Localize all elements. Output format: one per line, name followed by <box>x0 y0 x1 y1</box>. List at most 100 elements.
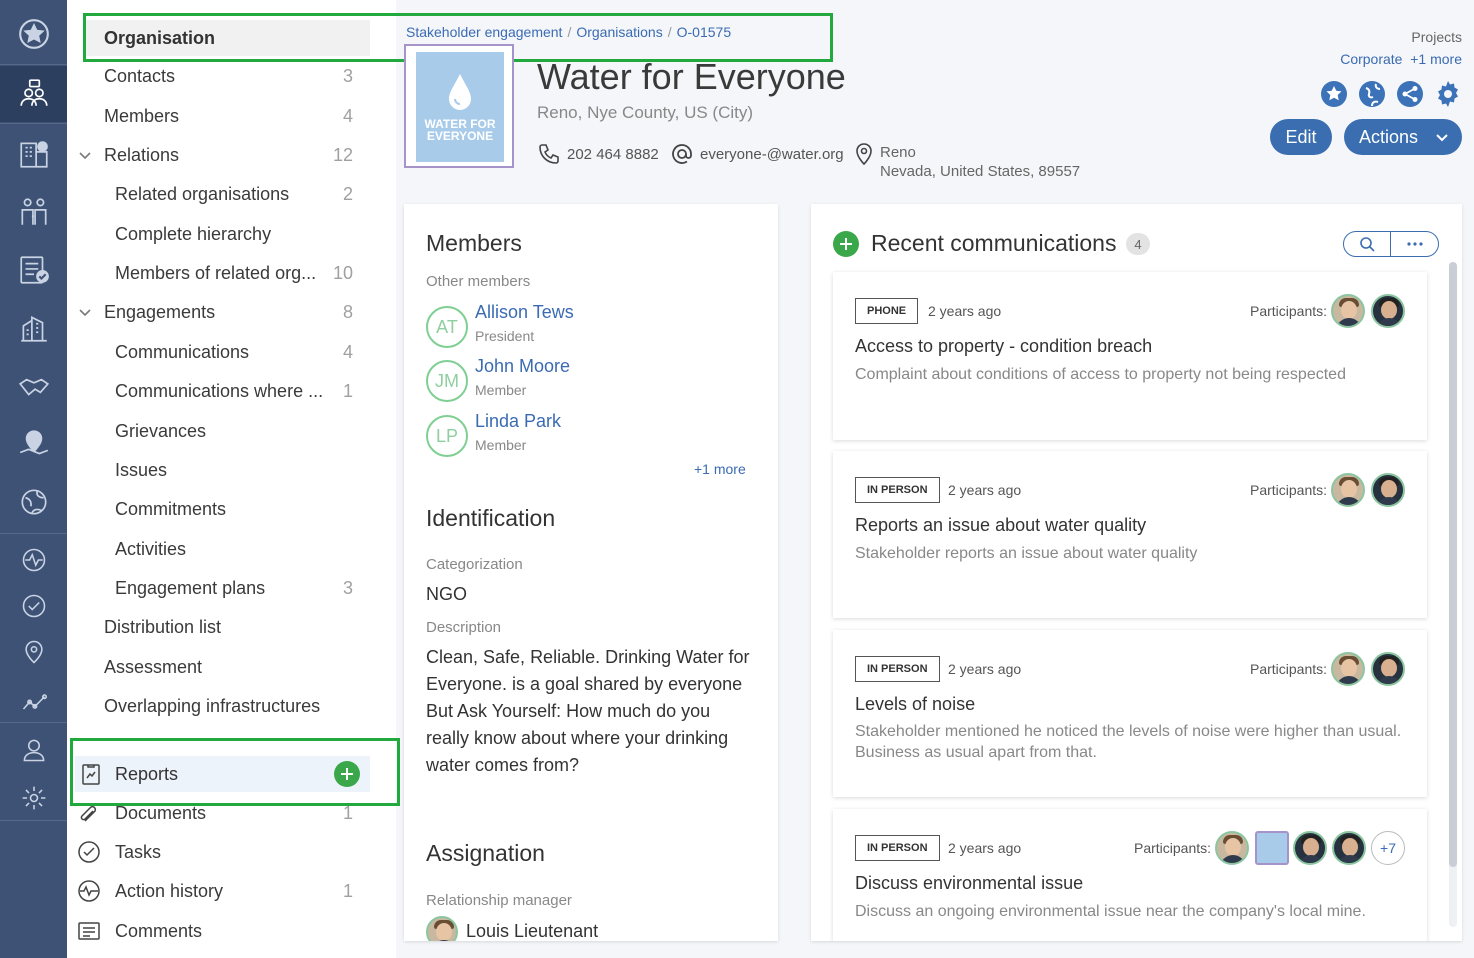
nav-item-members-of-related-orgs[interactable]: Members of related org... 10 <box>67 255 367 291</box>
nav-item-related-organisations[interactable]: Related organisations 2 <box>67 176 367 212</box>
nav-item-assessment[interactable]: Assessment <box>67 649 367 685</box>
more-participants-badge[interactable]: +7 <box>1371 831 1405 865</box>
nav-item-action-history[interactable]: Action history 1 <box>67 873 367 909</box>
add-report-icon[interactable] <box>334 761 360 787</box>
members-more-link[interactable]: +1 more <box>694 461 746 477</box>
member-name[interactable]: Linda Park <box>475 411 561 432</box>
nav-item-label: Overlapping infrastructures <box>104 695 321 716</box>
communication-item[interactable]: IN PERSON 2 years ago Participants: Leve… <box>833 630 1427 797</box>
scrollbar-thumb[interactable] <box>1449 262 1457 867</box>
chevron-down-icon[interactable] <box>77 147 93 163</box>
communication-type-badge: IN PERSON <box>855 656 940 682</box>
description-label: Description <box>426 619 502 636</box>
member-name[interactable]: Allison Tews <box>475 302 574 323</box>
communication-title[interactable]: Discuss environmental issue <box>855 873 1083 894</box>
task-check-icon <box>78 841 100 863</box>
location-icon[interactable] <box>0 624 67 680</box>
org-phone[interactable]: 202 464 8882 <box>537 142 659 166</box>
participant-avatar[interactable] <box>1371 294 1405 328</box>
nav-item-engagements[interactable]: Engagements 8 <box>67 294 367 330</box>
participant-avatar[interactable] <box>1331 652 1365 686</box>
share-icon[interactable] <box>1396 80 1424 108</box>
participant-avatar[interactable] <box>1332 831 1366 865</box>
nav-item-comments[interactable]: Comments <box>67 913 367 949</box>
search-button[interactable] <box>1344 232 1391 256</box>
communication-title[interactable]: Reports an issue about water quality <box>855 515 1146 536</box>
buildings-icon[interactable] <box>0 126 67 182</box>
nav-item-label: Activities <box>115 538 187 559</box>
nav-item-communications[interactable]: Communications 4 <box>67 334 367 370</box>
edit-button[interactable]: Edit <box>1270 119 1332 155</box>
chevron-down-icon[interactable] <box>77 304 93 320</box>
avatar <box>426 916 458 941</box>
breadcrumb-organisations[interactable]: Organisations <box>576 24 662 40</box>
participant-org-avatar[interactable] <box>1255 831 1289 865</box>
comms-toolbar <box>1343 231 1439 257</box>
nav-item-activities[interactable]: Activities <box>67 531 367 567</box>
member-role: Member <box>475 437 527 453</box>
communication-description: Stakeholder mentioned he noticed the lev… <box>855 723 1402 761</box>
handshake-icon[interactable] <box>0 358 67 414</box>
land-icon[interactable] <box>0 474 67 530</box>
nav-item-relations[interactable]: Relations 12 <box>67 137 367 173</box>
participant-avatar[interactable] <box>1371 473 1405 507</box>
more-options-button[interactable] <box>1391 232 1438 256</box>
org-address: Reno Nevada, United States, 89557 <box>880 143 1080 181</box>
relationship-manager-name[interactable]: Louis Lieutenant <box>466 921 598 941</box>
nav-item-label: Reports <box>115 763 179 784</box>
settings-icon[interactable] <box>0 770 67 826</box>
icon-rail <box>0 0 67 958</box>
section-nav: Organisation Contacts 3 Members 4 Relati… <box>67 0 396 958</box>
breadcrumb-stakeholder-engagement[interactable]: Stakeholder engagement <box>406 24 562 40</box>
nav-item-commitments[interactable]: Commitments <box>67 491 367 527</box>
gear-icon[interactable] <box>1434 80 1462 108</box>
nav-item-tasks[interactable]: Tasks <box>67 834 367 870</box>
projects-more-link[interactable]: +1 more <box>1410 51 1462 67</box>
communication-title[interactable]: Levels of noise <box>855 694 975 715</box>
communication-item[interactable]: PHONE 2 years ago Participants: Access t… <box>833 272 1427 440</box>
map-pin-icon[interactable] <box>0 416 67 472</box>
nav-header-organisation[interactable]: Organisation <box>85 20 370 56</box>
nav-item-documents[interactable]: Documents 1 <box>67 795 367 831</box>
nav-item-label: Tasks <box>115 841 162 862</box>
scrollbar-track[interactable] <box>1449 262 1457 927</box>
add-communication-icon[interactable] <box>833 231 859 257</box>
nav-item-issues[interactable]: Issues <box>67 452 367 488</box>
participant-avatar[interactable] <box>1215 831 1249 865</box>
nav-item-label: Distribution list <box>104 616 222 637</box>
nav-item-label: Related organisations <box>115 183 290 204</box>
communication-title[interactable]: Access to property - condition breach <box>855 336 1152 357</box>
member-role: Member <box>475 382 527 398</box>
checklist-icon[interactable] <box>0 242 67 298</box>
org-email[interactable]: everyone-@water.org <box>670 142 844 166</box>
nav-item-distribution-list[interactable]: Distribution list <box>67 609 367 645</box>
globe-icon[interactable] <box>1358 80 1386 108</box>
nav-item-overlapping-infrastructures[interactable]: Overlapping infrastructures <box>67 688 367 724</box>
participant-avatar[interactable] <box>1371 652 1405 686</box>
nav-item-engagement-plans[interactable]: Engagement plans 3 <box>67 570 367 606</box>
nav-item-communications-where[interactable]: Communications where ... 1 <box>67 373 367 409</box>
favorites-icon[interactable] <box>0 6 67 62</box>
people-icon[interactable] <box>0 184 67 240</box>
relationship-manager-label: Relationship manager <box>426 892 572 909</box>
member-name[interactable]: John Moore <box>475 356 570 377</box>
breadcrumb-record-id[interactable]: O-01575 <box>677 24 731 40</box>
nav-item-grievances[interactable]: Grievances <box>67 413 367 449</box>
city-icon[interactable] <box>0 300 67 356</box>
phone-value: 202 464 8882 <box>567 145 659 163</box>
communication-item[interactable]: IN PERSON 2 years ago Participants: +7 D… <box>833 809 1427 941</box>
nav-item-label: Members <box>104 105 180 126</box>
nav-item-complete-hierarchy[interactable]: Complete hierarchy <box>67 216 367 252</box>
stakeholders-icon[interactable] <box>0 66 67 122</box>
actions-button[interactable]: Actions <box>1344 119 1462 155</box>
participant-avatar[interactable] <box>1331 473 1365 507</box>
participant-avatar[interactable] <box>1293 831 1327 865</box>
project-corporate[interactable]: Corporate <box>1340 51 1402 67</box>
star-icon[interactable] <box>1320 80 1348 108</box>
participant-avatar[interactable] <box>1331 294 1365 328</box>
nav-item-members[interactable]: Members 4 <box>67 98 367 134</box>
nav-item-reports[interactable]: Reports <box>75 756 370 792</box>
nav-item-count: 4 <box>342 341 353 362</box>
nav-item-contacts[interactable]: Contacts 3 <box>67 58 367 94</box>
communication-item[interactable]: IN PERSON 2 years ago Participants: Repo… <box>833 451 1427 618</box>
